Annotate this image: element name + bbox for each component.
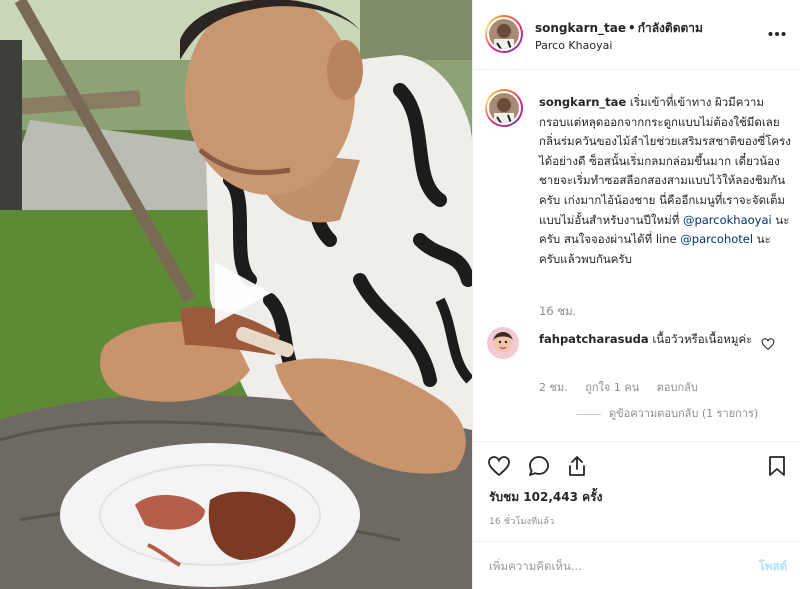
- view-replies-label: ดูข้อความตอบกลับ (1 รายการ): [609, 407, 759, 420]
- post-details-panel: songkarn_tae • กำลังติดตาม Parco Khaoyai s…: [472, 0, 800, 589]
- view-count[interactable]: รับชม 102,443 ครั้ง: [489, 488, 602, 507]
- heart-icon[interactable]: [487, 454, 511, 478]
- comment-input[interactable]: [489, 556, 719, 576]
- mention-link-parcohotel[interactable]: @parcohotel: [680, 232, 753, 246]
- author-avatar[interactable]: [489, 19, 519, 49]
- share-icon[interactable]: [565, 454, 589, 478]
- author-avatar-ring[interactable]: [485, 15, 523, 53]
- location-link[interactable]: Parco Khaoyai: [535, 39, 612, 52]
- reply-divider-line: [577, 413, 601, 415]
- play-icon[interactable]: [205, 258, 275, 328]
- caption: songkarn_tae เริ่มเข้าที่เข้าทาง ผิวมีคว…: [539, 93, 791, 269]
- following-button[interactable]: กำลังติดตาม: [638, 21, 703, 35]
- post-header: songkarn_tae • กำลังติดตาม Parco Khaoyai: [473, 0, 800, 70]
- comments-section[interactable]: songkarn_tae เริ่มเข้าที่เข้าทาง ผิวมีคว…: [473, 71, 800, 441]
- view-replies-button[interactable]: ดูข้อความตอบกลับ (1 รายการ): [577, 404, 758, 422]
- comment-likes-link[interactable]: ถูกใจ 1 คน: [585, 381, 639, 394]
- bookmark-icon[interactable]: [765, 454, 789, 478]
- comment-icon[interactable]: [527, 454, 551, 478]
- caption-timestamp[interactable]: 16 ชม.: [539, 303, 576, 321]
- caption-avatar[interactable]: [489, 93, 519, 123]
- more-horizontal-icon[interactable]: [767, 24, 787, 44]
- commenter-username-link[interactable]: fahpatcharasuda: [539, 332, 649, 346]
- caption-username-link[interactable]: songkarn_tae: [539, 95, 626, 109]
- comment-timestamp[interactable]: 2 ชม.: [539, 381, 568, 394]
- post-actions: รับชม 102,443 ครั้ง 16 ชั่วโมงที่แล้ว: [473, 441, 800, 541]
- mention-link-parcokhaoyai[interactable]: @parcokhaoyai: [683, 213, 772, 227]
- comment-like-heart-icon[interactable]: [761, 337, 775, 351]
- caption-text-1: เริ่มเข้าที่เข้าทาง ผิวมีความกรอบแต่หลุด…: [539, 95, 791, 227]
- post-timestamp[interactable]: 16 ชั่วโมงที่แล้ว: [489, 514, 554, 528]
- separator-dot: •: [628, 21, 636, 35]
- author-username-link[interactable]: songkarn_tae: [535, 21, 626, 35]
- commenter-avatar[interactable]: [487, 327, 519, 359]
- comment-reply-button[interactable]: ตอบกลับ: [657, 381, 698, 394]
- caption-avatar-ring[interactable]: [485, 89, 523, 127]
- comment-meta: 2 ชม. ถูกใจ 1 คน ตอบกลับ: [539, 378, 712, 396]
- author-name-line: songkarn_tae • กำลังติดตาม: [535, 19, 703, 38]
- comment-text: เนื้อวัวหรือเนื้อหมูค่ะ: [652, 332, 753, 346]
- post-comment-button[interactable]: โพสต์: [759, 558, 787, 576]
- post-video[interactable]: [0, 0, 472, 589]
- comment-body: fahpatcharasuda เนื้อวัวหรือเนื้อหมูค่ะ: [539, 330, 759, 350]
- add-comment-bar: โพสต์: [473, 541, 800, 589]
